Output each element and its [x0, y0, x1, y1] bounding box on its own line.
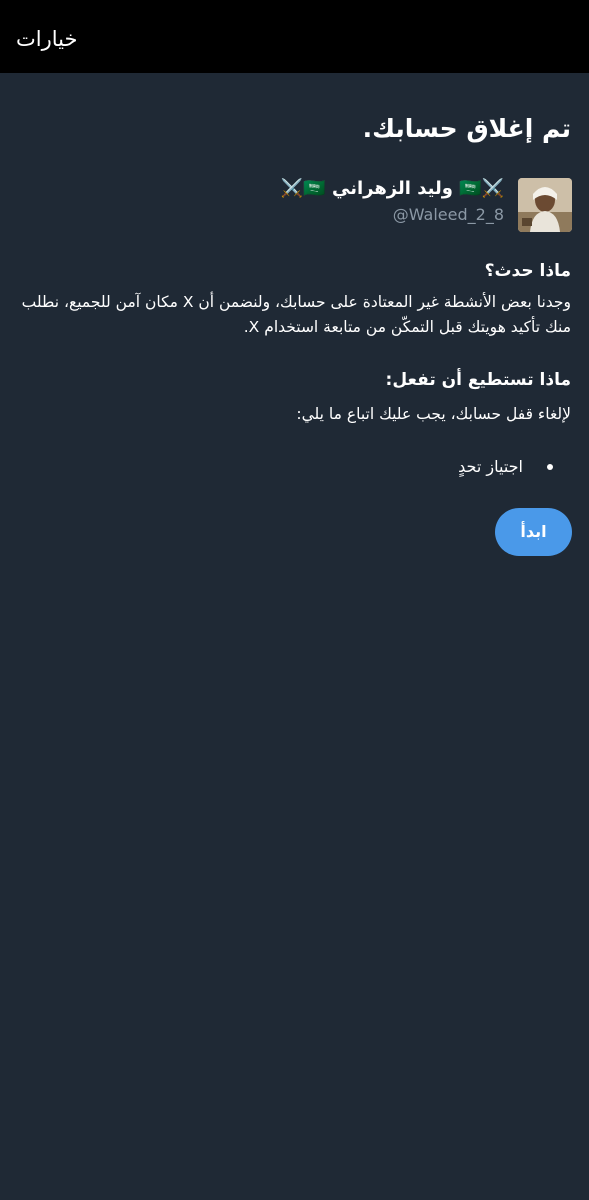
account-name: ⚔️🇸🇦 وليد الزهراني 🇸🇦⚔️: [280, 178, 504, 199]
page-title: تم إغلاق حسابك.: [362, 114, 571, 143]
avatar: [518, 178, 572, 232]
options-menu[interactable]: خيارات: [16, 26, 77, 52]
step-label: اجتياز تحدٍ: [458, 457, 523, 476]
account-row: ⚔️🇸🇦 وليد الزهراني 🇸🇦⚔️ @Waleed_2_8: [17, 177, 572, 233]
what-happened-heading: ماذا حدث؟: [484, 261, 571, 281]
profile-photo-icon: [518, 178, 572, 232]
main-content: تم إغلاق حسابك. ⚔️🇸🇦 وليد الزهراني 🇸🇦⚔️ …: [0, 73, 589, 1200]
what-happened-body: وجدنا بعض الأنشطة غير المعتادة على حسابك…: [21, 293, 571, 336]
what-you-can-do-heading: ماذا تستطيع أن تفعل:: [385, 370, 571, 390]
top-bar: خيارات: [0, 0, 589, 73]
start-button[interactable]: ابدأ: [495, 508, 572, 556]
bullet-icon: [547, 464, 553, 470]
steps-list: اجتياز تحدٍ: [458, 455, 553, 479]
what-you-can-do-body: لإلغاء قفل حسابك، يجب عليك اتباع ما يلي:: [296, 405, 571, 423]
list-item: اجتياز تحدٍ: [458, 455, 553, 479]
account-handle: @Waleed_2_8: [392, 205, 504, 224]
